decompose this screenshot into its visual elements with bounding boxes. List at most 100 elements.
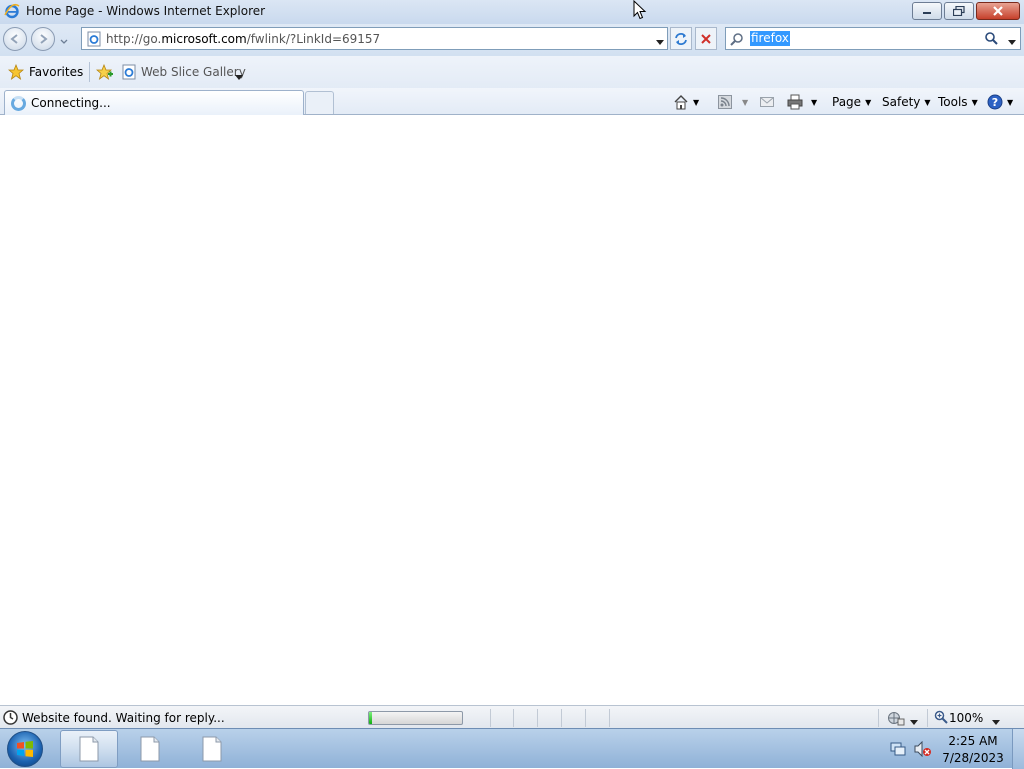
- home-button[interactable]: ▼: [673, 92, 699, 112]
- tools-menu-label: Tools: [938, 95, 968, 109]
- stop-button[interactable]: [695, 27, 717, 50]
- navigation-bar: http://go.microsoft.com/fwlink/?LinkId=6…: [0, 24, 1024, 56]
- web-slice-icon: [121, 64, 137, 83]
- loading-clock-icon: [3, 710, 18, 728]
- status-bar: Website found. Waiting for reply... 100%: [0, 705, 1024, 728]
- stop-icon: [701, 33, 711, 44]
- page-menu[interactable]: Page ▼: [832, 92, 871, 112]
- progress-fill: [369, 712, 372, 724]
- feeds-button[interactable]: ▼: [718, 92, 748, 112]
- address-dropdown[interactable]: [656, 35, 664, 49]
- page-menu-label: Page: [832, 95, 862, 109]
- refresh-icon: [675, 32, 687, 45]
- chevron-down-icon: ▼: [971, 97, 978, 107]
- printer-icon: [787, 94, 803, 110]
- title-bar: Home Page - Windows Internet Explorer: [0, 0, 1024, 24]
- command-bar: Connecting... ▼ ▼ ▼ Page ▼ Safety ▼ Tools ▼…: [0, 88, 1024, 115]
- document-icon: [79, 736, 99, 762]
- browser-tab[interactable]: Connecting...: [4, 90, 304, 115]
- document-icon: [140, 736, 160, 762]
- minimize-button[interactable]: [912, 2, 942, 20]
- home-icon: [674, 95, 688, 110]
- chevron-down-icon: ▼: [811, 97, 818, 107]
- windows-logo-icon: [17, 741, 33, 757]
- chevron-down-icon: [235, 75, 243, 80]
- search-button[interactable]: [984, 31, 998, 48]
- security-zone-dropdown[interactable]: [910, 715, 918, 729]
- back-arrow-icon: [10, 34, 18, 44]
- tab-label: Connecting...: [31, 96, 111, 110]
- ie-logo-icon: [4, 3, 20, 19]
- network-icon[interactable]: [890, 741, 906, 760]
- web-slice-gallery-link[interactable]: Web Slice Gallery: [141, 65, 246, 79]
- status-divider: [513, 709, 514, 727]
- search-icon: [985, 32, 998, 45]
- mouse-cursor-icon: [633, 0, 647, 23]
- address-bar[interactable]: http://go.microsoft.com/fwlink/?LinkId=6…: [81, 27, 668, 50]
- refresh-button[interactable]: [670, 27, 692, 50]
- web-slice-dropdown[interactable]: [235, 70, 243, 84]
- search-box[interactable]: firefox: [725, 27, 1021, 50]
- recent-pages-dropdown[interactable]: [60, 34, 68, 48]
- favorites-star-icon[interactable]: [7, 63, 25, 83]
- help-menu[interactable]: ? ▼: [987, 92, 1013, 112]
- status-divider: [927, 709, 928, 727]
- taskbar-app-button[interactable]: [121, 730, 179, 768]
- minimize-icon: [923, 12, 931, 14]
- zoom-dropdown[interactable]: [992, 715, 1000, 729]
- safety-menu-label: Safety: [882, 95, 921, 109]
- back-button[interactable]: [3, 27, 27, 51]
- chevron-down-icon: ▼: [693, 97, 700, 107]
- search-input[interactable]: firefox: [750, 31, 790, 46]
- volume-muted-icon[interactable]: [914, 740, 932, 760]
- close-window-button[interactable]: [976, 2, 1020, 20]
- favorites-bar: Favorites Web Slice Gallery: [0, 56, 1024, 88]
- clock-date[interactable]: 7/28/2023: [934, 751, 1012, 765]
- favorites-button[interactable]: Favorites: [29, 65, 83, 79]
- taskbar-app-button[interactable]: [183, 730, 241, 768]
- add-to-favorites-icon[interactable]: [95, 63, 114, 83]
- start-button[interactable]: [7, 731, 43, 767]
- status-divider: [490, 709, 491, 727]
- favorites-divider: [89, 62, 90, 82]
- forward-button[interactable]: [31, 27, 55, 51]
- tools-menu[interactable]: Tools ▼: [938, 92, 978, 112]
- help-icon: ?: [987, 94, 1003, 110]
- rss-feed-icon: [718, 95, 732, 109]
- zoom-icon[interactable]: [934, 710, 948, 727]
- chevron-down-icon: [910, 720, 918, 725]
- status-divider: [585, 709, 586, 727]
- search-options-dropdown[interactable]: [1008, 35, 1016, 49]
- url-text: http://go.microsoft.com/fwlink/?LinkId=6…: [106, 32, 381, 46]
- taskbar-app-button[interactable]: [60, 730, 118, 768]
- chevron-down-icon: ▼: [865, 97, 872, 107]
- taskbar: 2:25 AM 7/28/2023: [0, 728, 1024, 769]
- security-zone-icon[interactable]: [887, 710, 905, 729]
- chevron-down-icon: ▼: [1007, 97, 1014, 107]
- restore-button[interactable]: [944, 2, 974, 20]
- chevron-down-icon: [656, 40, 664, 45]
- print-button[interactable]: ▼: [787, 92, 817, 112]
- chevron-down-icon: [992, 720, 1000, 725]
- chevron-down-icon: [1008, 40, 1016, 45]
- chevron-down-icon: ▼: [742, 97, 749, 107]
- window-title: Home Page - Windows Internet Explorer: [26, 4, 266, 18]
- show-desktop-button[interactable]: [1012, 729, 1024, 769]
- chevron-down-icon: ▼: [924, 97, 931, 107]
- page-content[interactable]: [0, 116, 1024, 705]
- status-divider: [609, 709, 610, 727]
- clock-time[interactable]: 2:25 AM: [934, 734, 1012, 748]
- mail-icon: [760, 97, 774, 107]
- safety-menu[interactable]: Safety ▼: [882, 92, 931, 112]
- chevron-down-icon: [60, 39, 68, 44]
- loading-progress-bar: [368, 711, 463, 725]
- window-controls: [910, 2, 1020, 20]
- zoom-level[interactable]: 100%: [949, 711, 983, 725]
- restore-icon: [953, 6, 965, 16]
- new-tab-button[interactable]: [305, 91, 334, 114]
- svg-text:?: ?: [992, 96, 998, 109]
- read-mail-button[interactable]: [760, 92, 774, 112]
- page-icon: [86, 31, 102, 50]
- status-divider: [561, 709, 562, 727]
- loading-spinner-icon: [11, 96, 26, 111]
